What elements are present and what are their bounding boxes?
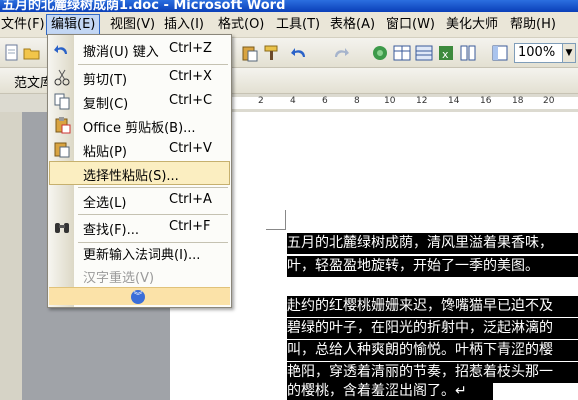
menu-item-find[interactable]: 查找(F)... Ctrl+F [49,215,230,239]
ruler-number: 8 [354,96,360,106]
insert-table-icon[interactable] [414,43,434,63]
undo-icon[interactable] [290,43,310,63]
menu-item-undo[interactable]: 撤消(U) 键入 Ctrl+Z [49,37,230,61]
undo-icon [53,40,71,58]
edit-menu-dropdown: 撤消(U) 键入 Ctrl+Z 剪切(T) Ctrl+X 复制(C) Ctrl+… [47,34,232,308]
format-painter-icon[interactable] [262,43,282,63]
menu-view[interactable]: 视图(V) [106,14,159,35]
ruler-number: 6 [322,96,328,106]
menu-insert[interactable]: 插入(I) [160,14,208,35]
menu-item-hanzi-reselect: 汉字重选(V) [83,271,155,286]
menu-help[interactable]: 帮助(H) [506,14,560,35]
hyperlink-icon[interactable] [370,43,390,63]
menu-tools[interactable]: 工具(T) [272,14,324,35]
vertical-ruler [0,112,22,400]
paste-icon[interactable] [240,43,260,63]
redo-icon[interactable] [330,43,350,63]
clipboard-icon [53,116,71,134]
double-chevron-down-icon: ︾ [131,290,145,304]
document-line-selected[interactable]: 叶，轻盈盈地旋转，开始了一季的美图。 [287,256,578,277]
margin-corner-mark [266,210,286,230]
menu-item-cut[interactable]: 剪切(T) Ctrl+X [49,65,230,89]
open-folder-icon[interactable] [22,43,42,63]
document-line-selected[interactable]: 赴约的红樱桃姗姗来迟，馋嘴猫早已迫不及 [287,296,578,317]
ruler-number: 4 [290,96,296,106]
menu-item-select-all[interactable]: 全选(L) Ctrl+A [49,188,230,212]
menu-expand-button[interactable]: ︾ [49,287,230,305]
menu-item-copy[interactable]: 复制(C) Ctrl+C [49,89,230,113]
ruler-number: 18 [512,96,524,106]
scissors-icon [53,68,71,86]
paste-icon [53,140,71,158]
document-line-selected[interactable]: 碧绿的叶子，在阳光的折射中，泛起淋漓的 [287,318,578,339]
menu-item-office-clipboard[interactable]: Office 剪贴板(B)... [49,113,230,137]
menu-table[interactable]: 表格(A) [326,14,379,35]
ruler-text-area [230,97,578,109]
document-line-selected[interactable]: 五月的北麓绿树成荫，清风里溢着果香味， [287,233,578,254]
document-map-icon[interactable] [490,43,510,63]
svg-text:x: x [442,48,449,61]
tables-icon[interactable] [392,43,412,63]
zoom-dropdown-arrow-icon[interactable]: ▼ [562,43,576,63]
menu-item-update-ime-dictionary[interactable]: 更新输入法词典(I)... [49,240,230,264]
excel-icon[interactable]: x [436,43,456,63]
document-line-selected[interactable]: 艳阳，穿透着清丽的节奏，招惹着枝头那一 [287,362,578,383]
ruler-number: 20 [543,96,555,106]
ruler-number: 16 [480,96,492,106]
ruler-number: 14 [448,96,460,106]
menu-window[interactable]: 窗口(W) [382,14,439,35]
new-document-icon[interactable] [2,43,22,63]
document-line-selected[interactable]: 叫，总给人种爽朗的愉悦。叶柄下青涩的樱 [287,340,578,361]
title-bar: 五月的北麓绿树成荫1.doc - Microsoft Word [0,0,578,12]
binoculars-icon [53,218,71,236]
ruler-number: 2 [258,96,264,106]
ruler-number: 12 [416,96,428,106]
document-line-selected[interactable]: 的樱桃，含着羞涩出阁了。↵ [287,381,493,400]
menu-item-paste[interactable]: 粘贴(P) Ctrl+V [49,137,230,161]
menu-edit[interactable]: 编辑(E) [46,14,101,35]
window-title: 五月的北麓绿树成荫1.doc - Microsoft Word [2,0,286,12]
columns-icon[interactable] [458,43,478,63]
menu-item-paste-special[interactable]: 选择性粘贴(S)... [49,161,230,185]
copy-icon [53,92,71,110]
menu-file[interactable]: 文件(F) [0,14,49,35]
ruler-number: 10 [384,96,396,106]
menu-format[interactable]: 格式(O) [214,14,268,35]
menu-beautify[interactable]: 美化大师 [442,14,502,35]
zoom-combo[interactable]: 100% [514,43,564,63]
